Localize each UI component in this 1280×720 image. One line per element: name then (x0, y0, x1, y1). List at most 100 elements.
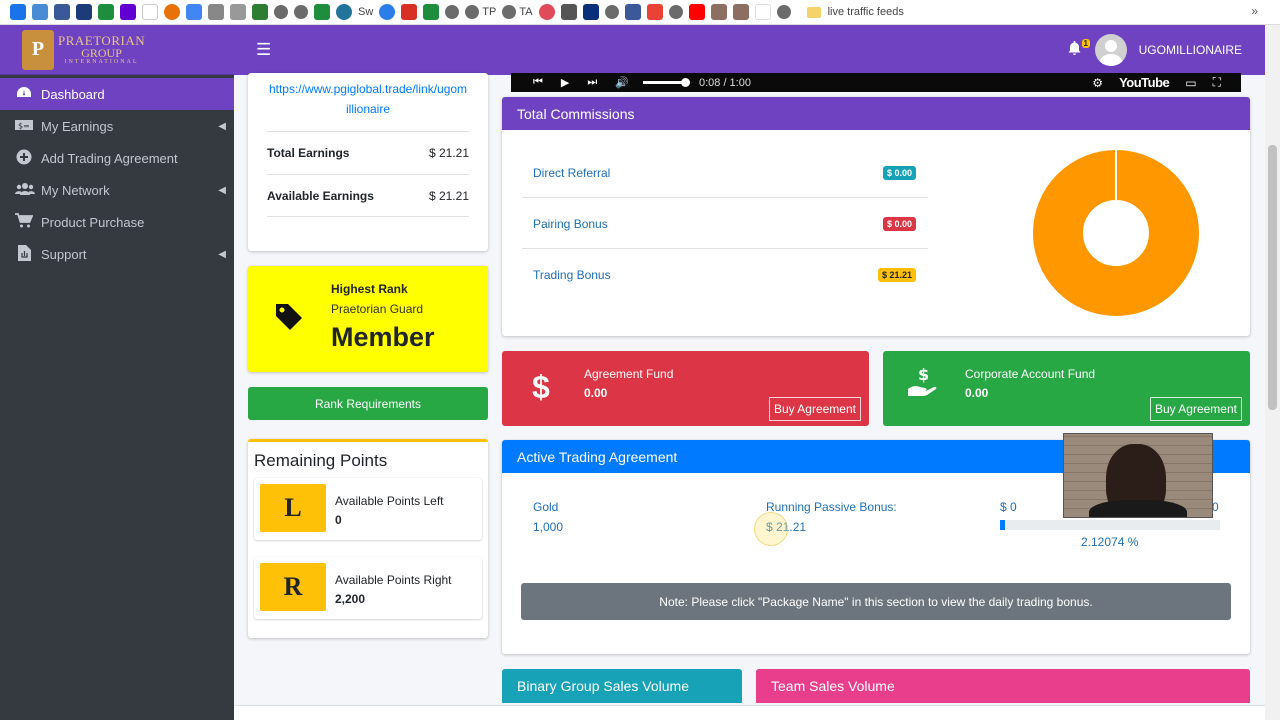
bookmark-sw[interactable]: Sw (358, 6, 373, 18)
bell-icon (1068, 41, 1081, 55)
earnings-card: https://www.pgiglobal.trade/link/ugomill… (248, 73, 488, 251)
dollar-icon: $ (532, 369, 550, 405)
points-right-letter: R (260, 563, 326, 611)
globe-icon[interactable] (604, 5, 619, 19)
svg-text:$=: $= (18, 121, 30, 130)
op-icon[interactable] (142, 4, 158, 20)
play-icon[interactable]: ▶ (561, 76, 569, 89)
seo-icon[interactable] (76, 4, 92, 20)
paypal-icon[interactable] (582, 4, 599, 20)
agreement-fund-value: 0.00 (584, 386, 608, 400)
globe-icon[interactable] (776, 5, 791, 19)
commissions-donut-chart[interactable] (1033, 150, 1199, 316)
next-icon[interactable]: ⏭ (587, 76, 597, 89)
flower-icon[interactable] (538, 4, 555, 20)
facebook-icon[interactable] (624, 4, 641, 20)
agreement-fund-box: $ Agreement Fund 0.00 Buy Agreement (502, 351, 869, 426)
commission-label[interactable]: Trading Bonus (533, 268, 611, 282)
points-left-box: L Available Points Left 0 (254, 478, 482, 540)
commission-row-pairing-bonus[interactable]: Pairing Bonus $ 0.00 (522, 199, 928, 249)
k-icon[interactable] (710, 4, 727, 20)
download-icon[interactable] (401, 4, 418, 20)
youtube-logo[interactable]: YouTube (1119, 75, 1170, 90)
bookmark-ta[interactable]: TA (502, 5, 533, 19)
menu-toggle-icon[interactable]: ☰ (256, 40, 271, 60)
commission-label[interactable]: Direct Referral (533, 166, 610, 180)
layers-icon[interactable] (208, 4, 224, 20)
wordpress-icon[interactable] (336, 4, 352, 20)
yahoo-icon[interactable] (120, 4, 136, 20)
tag-icon (276, 304, 302, 330)
user-menu[interactable]: UGOMILLIONAIRE (1094, 34, 1242, 66)
commission-label[interactable]: Pairing Bonus (533, 217, 608, 231)
tool-icon[interactable] (230, 4, 246, 20)
bookmark-live-traffic[interactable]: live traffic feeds (806, 6, 904, 18)
gmail-icon[interactable] (646, 4, 663, 20)
brand-logo[interactable]: P PRAETORIAN GROUP INTERNATIONAL (0, 25, 234, 75)
ads-icon[interactable] (186, 4, 202, 20)
cloud-icon[interactable] (32, 4, 48, 20)
drive-icon[interactable] (10, 4, 26, 20)
referral-link[interactable]: https://www.pgiglobal.trade/link/ugomill… (268, 79, 468, 119)
buy-agreement-button[interactable]: Buy Agreement (768, 397, 861, 421)
previous-icon[interactable]: ⏮ (533, 76, 543, 89)
remaining-points-title: Remaining Points (254, 451, 388, 470)
gear-bookmark-icon[interactable] (54, 4, 70, 20)
blue-circle-icon[interactable] (379, 4, 396, 20)
rank-value: Member (331, 322, 435, 352)
corporate-fund-label: Corporate Account Fund (965, 367, 1096, 381)
fullscreen-icon[interactable]: ⛶ (1213, 75, 1221, 90)
package-value: 1,000 (533, 520, 564, 534)
sidebar-item-label: Support (41, 246, 87, 262)
commission-row-trading-bonus[interactable]: Trading Bonus $ 21.21 (522, 250, 928, 300)
volume-slider[interactable] (642, 78, 690, 87)
globe-icon[interactable] (274, 5, 288, 19)
youtube-icon[interactable] (688, 4, 705, 20)
scrollbar-thumb[interactable] (1268, 145, 1277, 410)
commission-row-direct-referral[interactable]: Direct Referral $ 0.00 (522, 148, 928, 198)
t-icon[interactable] (314, 4, 330, 20)
cart-icon (15, 213, 34, 231)
total-earnings-row: Total Earnings $ 21.21 (267, 131, 469, 174)
sheets-icon[interactable] (98, 4, 114, 20)
vis-icon[interactable] (754, 4, 771, 20)
progress-range-start: $ 0 (1000, 500, 1017, 514)
page-scrollbar[interactable] (1265, 25, 1280, 720)
points-left-value: 0 (335, 513, 342, 527)
volume-icon[interactable]: 🔊 (615, 76, 629, 89)
bookmarks-bar: Sw TP TA live traffic feeds » (0, 0, 1280, 25)
file-icon (15, 244, 33, 264)
webcam-overlay (1063, 433, 1213, 518)
more-bookmarks-icon[interactable]: » (1251, 4, 1258, 18)
video-time: 0:08 / 1:00 (698, 76, 751, 89)
available-earnings-label: Available Earnings (267, 188, 374, 203)
rank-box: Highest Rank Praetorian Guard Member (248, 266, 488, 372)
sidebar-item-dashboard[interactable]: Dashboard (0, 78, 234, 110)
globe-icon[interactable] (445, 5, 460, 19)
total-commissions-header: Total Commissions (502, 97, 1250, 130)
rank-requirements-button[interactable]: Rank Requirements (248, 387, 488, 420)
progress-percent: 2.12074 % (1081, 535, 1139, 549)
globe-icon[interactable] (668, 5, 683, 19)
sidebar-item-my-network[interactable]: My Network ◀ (0, 174, 234, 206)
sidebar-item-my-earnings[interactable]: $= My Earnings ◀ (0, 110, 234, 142)
sheets-icon[interactable] (423, 4, 440, 20)
notifications-button[interactable]: 1 (1068, 39, 1090, 58)
globe-icon[interactable] (294, 5, 308, 19)
bookmark-tp[interactable]: TP (465, 5, 496, 19)
library-icon[interactable] (252, 4, 268, 20)
settings-icon[interactable]: ⚙ (1092, 76, 1103, 90)
sidebar-item-label: Add Trading Agreement (41, 150, 178, 166)
globe-icon (465, 5, 480, 19)
k2-icon[interactable] (732, 4, 749, 20)
agreement-fund-label: Agreement Fund (584, 367, 674, 381)
sidebar-item-support[interactable]: Support ◀ (0, 238, 234, 270)
buy-agreement-button[interactable]: Buy Agreement (1149, 397, 1242, 421)
cast-icon[interactable]: ▭ (1185, 76, 1196, 90)
package-name[interactable]: Gold (533, 500, 558, 514)
bird-icon[interactable] (560, 4, 577, 20)
sidebar-item-add-trading-agreement[interactable]: Add Trading Agreement (0, 142, 234, 174)
mouse-cursor-highlight (754, 512, 788, 546)
orange-circle-icon[interactable] (164, 4, 180, 20)
sidebar-item-product-purchase[interactable]: Product Purchase (0, 206, 234, 238)
